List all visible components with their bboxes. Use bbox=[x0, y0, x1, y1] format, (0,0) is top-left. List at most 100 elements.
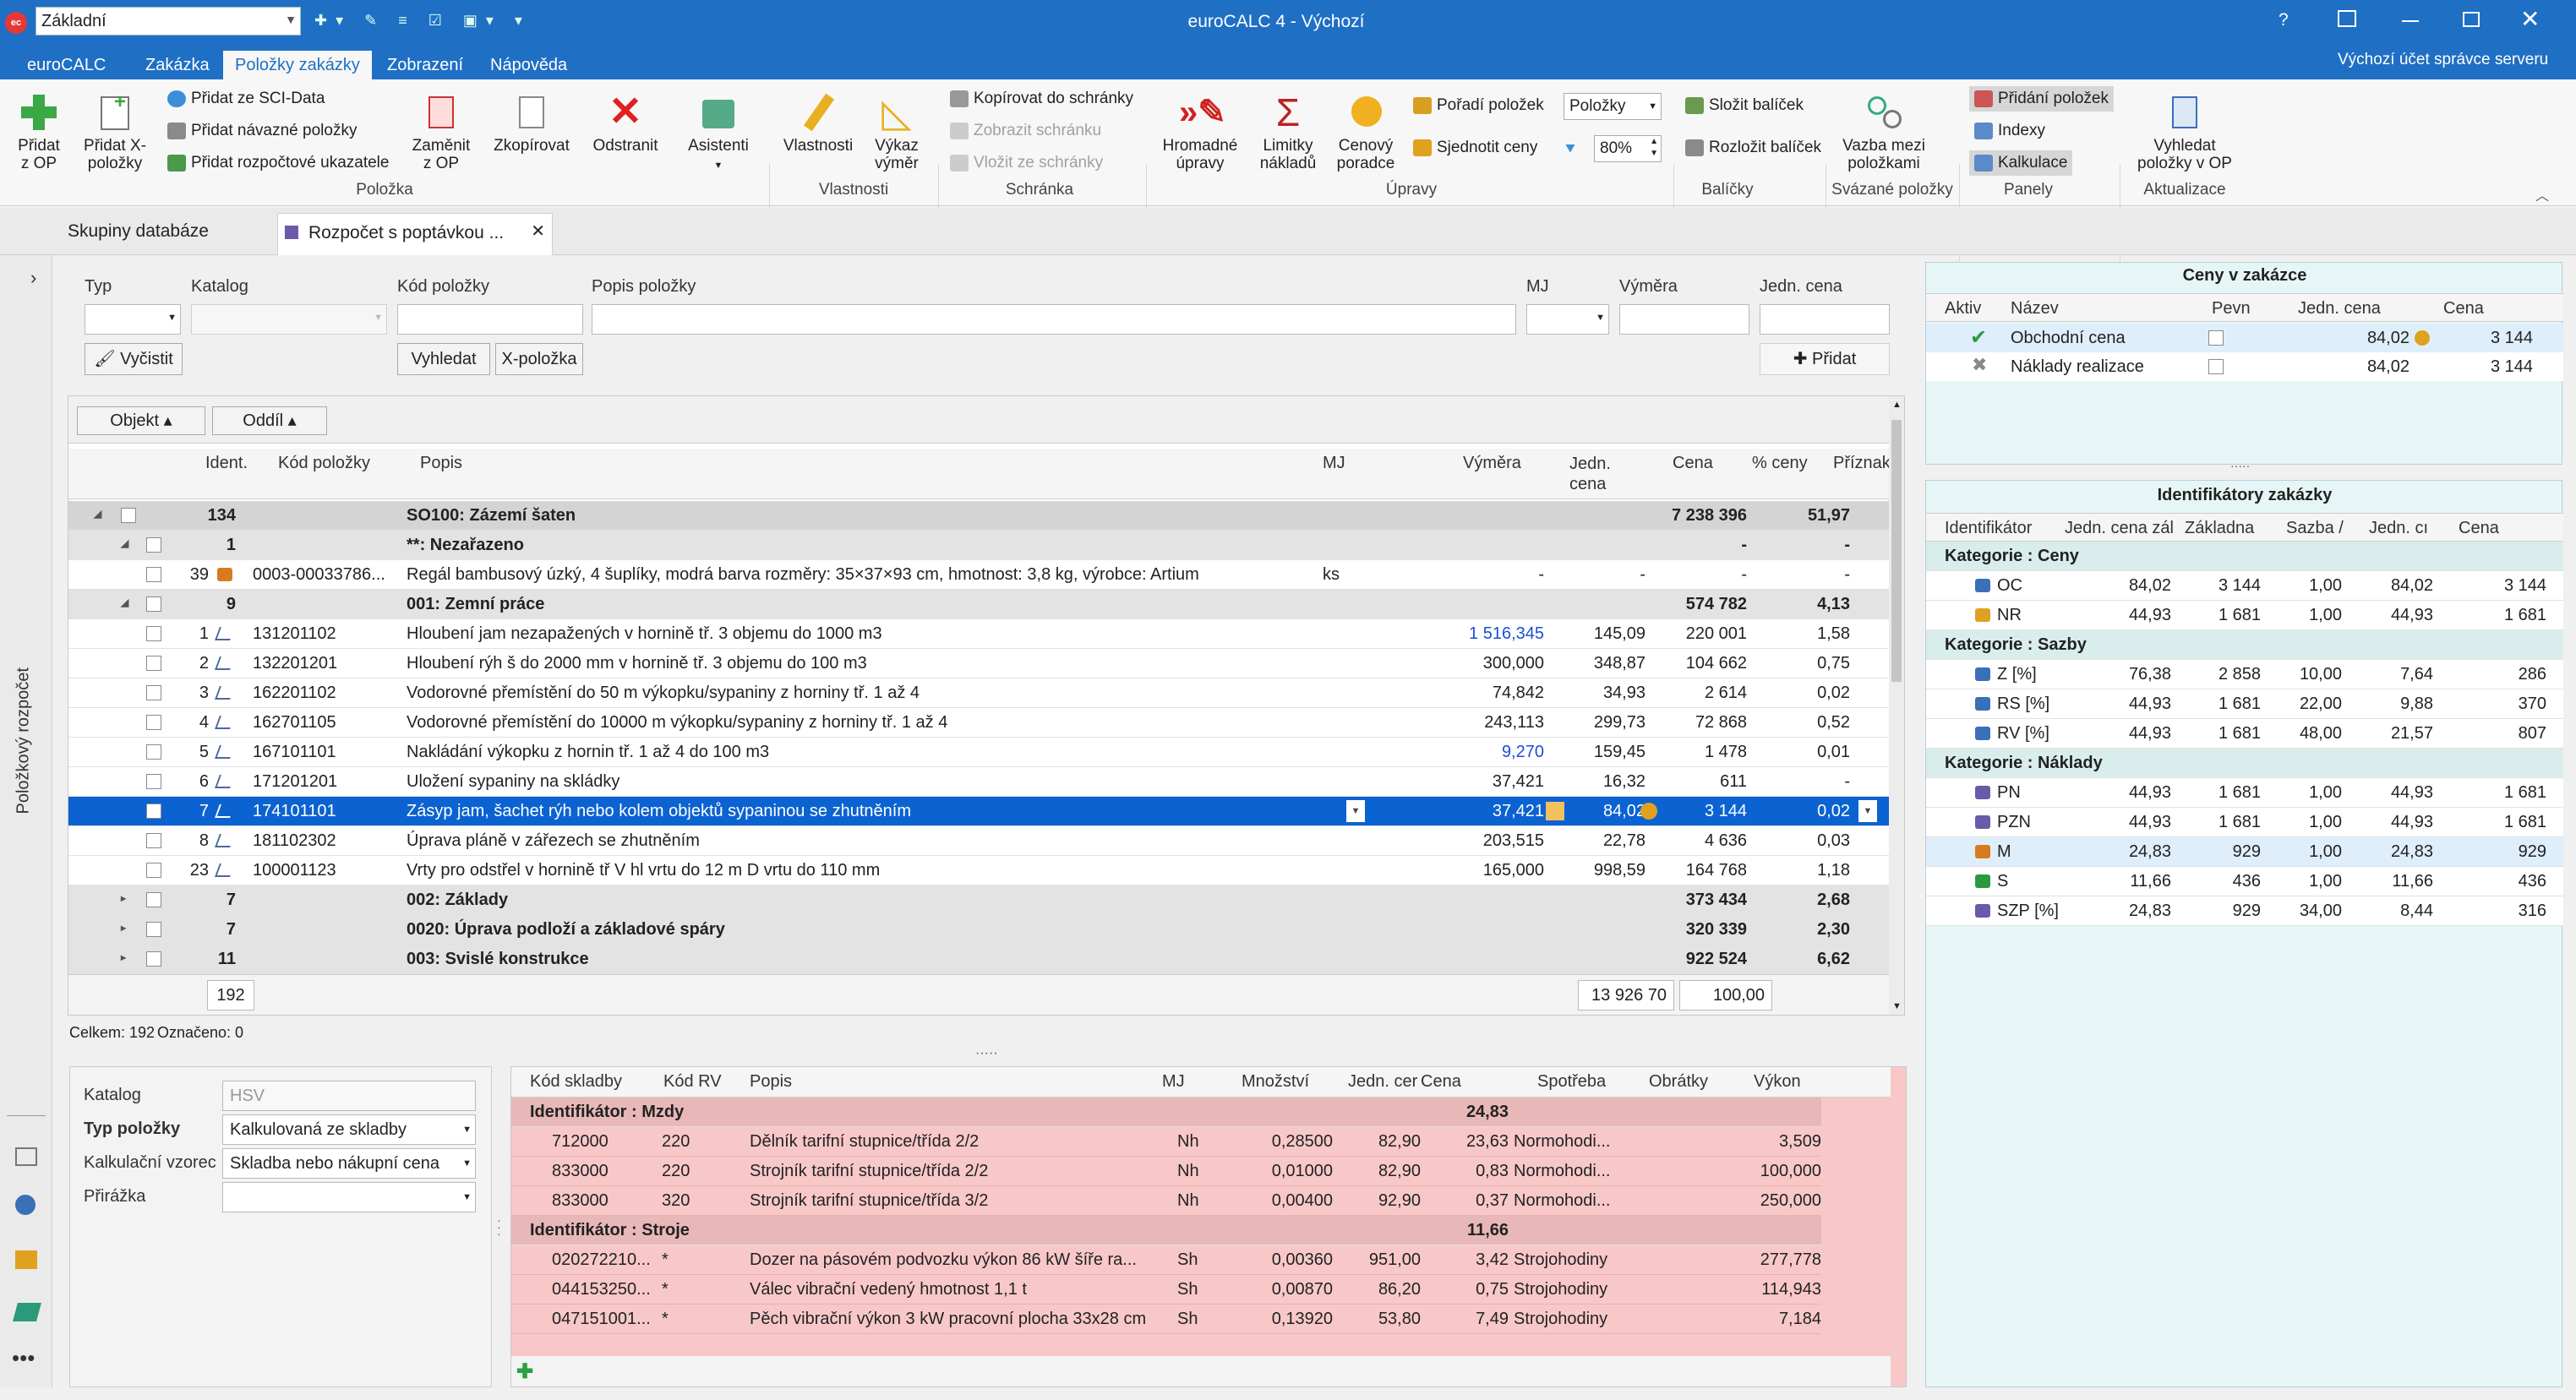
row-checkbox[interactable] bbox=[146, 596, 161, 612]
identifier-row[interactable]: S 11,66 436 1,00 11,66 436 bbox=[1926, 867, 2563, 896]
filter-unit-select[interactable]: ▼ bbox=[1526, 304, 1609, 335]
row-checkbox[interactable] bbox=[146, 951, 161, 967]
menu-napoveda[interactable]: Nápověda bbox=[478, 51, 579, 79]
panel-add-items-toggle[interactable]: Přidání položek bbox=[1969, 86, 2114, 112]
group-row[interactable]: ◢ 1 **: Nezařazeno - - bbox=[68, 531, 1889, 560]
identifier-row[interactable]: RS [%] 44,93 1 681 22,00 9,88 370 bbox=[1926, 689, 2563, 719]
collapse-ribbon-icon[interactable]: ︿ bbox=[2535, 184, 2549, 204]
price-row-naklady[interactable]: ✖ Náklady realizace 84,02 3 144 bbox=[1926, 352, 2563, 381]
decompose-package-button[interactable]: Rozložit balíček bbox=[1685, 135, 1821, 161]
table-row[interactable]: 3 162201102 Vodorovné přemístění do 50 m v… bbox=[68, 678, 1889, 708]
add-budget-indicators-button[interactable]: Přidat rozpočtové ukazatele bbox=[167, 150, 389, 176]
identifier-category-row[interactable]: Kategorie : Sazby bbox=[1926, 630, 2563, 660]
table-row[interactable]: 5 167101101 Nakládání výkopku z hornin tř.… bbox=[68, 738, 1889, 767]
help-icon[interactable]: ? bbox=[2279, 10, 2289, 30]
x-item-button[interactable]: X-položka bbox=[495, 343, 583, 375]
column-header-flag[interactable]: Příznak bbox=[1833, 454, 1891, 473]
compose-package-button[interactable]: Složit balíček bbox=[1685, 93, 1804, 118]
price-advisor-button[interactable]: Cenový poradce bbox=[1332, 91, 1400, 172]
expand-icon[interactable]: ▸ bbox=[121, 922, 126, 934]
splitter-handle[interactable]: ····· bbox=[2230, 459, 2250, 472]
prop-item-type-select[interactable]: Kalkulovaná ze skladby ▼ bbox=[222, 1114, 476, 1145]
identifier-category-row[interactable]: Kategorie : Náklady bbox=[1926, 749, 2563, 778]
composition-row[interactable]: 047151001... * Pěch vibrační výkon 3 kW pr… bbox=[511, 1305, 1821, 1334]
filter-catalog-select[interactable]: ▼ bbox=[191, 304, 387, 335]
sidebar-label[interactable]: Položkový rozpočet bbox=[14, 646, 34, 814]
identifier-row[interactable]: SZP [%] 24,83 929 34,00 8,44 316 bbox=[1926, 896, 2563, 926]
pie-chart-icon[interactable] bbox=[15, 1195, 35, 1215]
measure-icon[interactable] bbox=[1546, 802, 1564, 820]
identifier-category-row[interactable]: Kategorie : Ceny bbox=[1926, 542, 2563, 571]
table-row[interactable]: 23 100001123 Vrty pro odstřel v hornině tř… bbox=[68, 856, 1889, 885]
unify-prices-button[interactable]: Sjednotit ceny bbox=[1413, 135, 1537, 161]
composition-row[interactable]: 833000 320 Strojník tarifní stupnice/třída… bbox=[511, 1186, 1821, 1216]
tab-budget[interactable]: Rozpočet s poptávkou ... ✕ bbox=[277, 213, 553, 255]
row-checkbox[interactable] bbox=[146, 685, 161, 700]
row-checkbox[interactable] bbox=[146, 626, 161, 641]
column-header-quantity[interactable]: Výměra bbox=[1463, 454, 1521, 473]
prices-header-fixed[interactable]: Pevn bbox=[2212, 299, 2251, 319]
prices-header-active[interactable]: Aktiv bbox=[1945, 299, 1981, 319]
collapse-icon[interactable]: ◢ bbox=[94, 508, 101, 520]
unit-dropdown-icon[interactable]: ▼ bbox=[1346, 800, 1365, 822]
ident-header-unit-price[interactable]: Jedn. cı bbox=[2369, 519, 2428, 538]
clear-button[interactable]: 🖌 Vyčistit bbox=[85, 343, 183, 375]
composition-row[interactable]: 044153250... * Válec vibrační vedený hmotn… bbox=[511, 1275, 1821, 1305]
identifier-row[interactable]: PN 44,93 1 681 1,00 44,93 1 681 bbox=[1926, 778, 2563, 808]
close-icon[interactable]: ✕ bbox=[2520, 5, 2540, 33]
filter-type-select[interactable]: ▼ bbox=[85, 304, 181, 335]
copy-to-clipboard-button[interactable]: Kopírovat do schránky bbox=[950, 86, 1133, 112]
identifier-row[interactable]: M 24,83 929 1,00 24,83 929 bbox=[1926, 837, 2563, 867]
filter-quantity-input[interactable] bbox=[1619, 304, 1749, 335]
menu-zobrazeni[interactable]: Zobrazení bbox=[375, 51, 475, 79]
group-chip-objekt[interactable]: Objekt ▴ bbox=[77, 406, 205, 435]
menu-polozky-zakazky[interactable]: Položky zakázky bbox=[223, 51, 372, 79]
prices-header-price[interactable]: Cena bbox=[2443, 299, 2484, 319]
group-chip-oddil[interactable]: Oddíl ▴ bbox=[212, 406, 327, 435]
comp-header-rv[interactable]: Kód RV bbox=[663, 1072, 722, 1092]
comp-header-unit-price[interactable]: Jedn. cer bbox=[1348, 1072, 1417, 1092]
item-link-button[interactable]: Vazba mezi položkami bbox=[1837, 91, 1930, 172]
table-row[interactable]: 6 171201201 Uložení sypaniny na skládky 37,… bbox=[68, 767, 1889, 797]
close-tab-icon[interactable]: ✕ bbox=[531, 221, 545, 242]
row-checkbox[interactable] bbox=[121, 508, 136, 523]
column-header-unit-price[interactable]: Jedn. cena bbox=[1569, 454, 1629, 494]
filter-unit-price-input[interactable] bbox=[1760, 304, 1890, 335]
paste-from-clipboard-button[interactable]: Vložit ze schránky bbox=[950, 150, 1103, 176]
identifier-row[interactable]: NR 44,93 1 681 1,00 44,93 1 681 bbox=[1926, 601, 2563, 630]
column-header-description[interactable]: Popis bbox=[420, 454, 462, 473]
table-row[interactable]: 7 174101101 Zásyp jam, šachet rýh nebo kol… bbox=[68, 797, 1889, 826]
composition-row[interactable]: 020272210... * Dozer na pásovém podvozku v… bbox=[511, 1245, 1821, 1275]
ident-header-rate[interactable]: Sazba / bbox=[2286, 519, 2344, 538]
table-row[interactable]: 2 132201201 Hloubení rýh š do 2000 mm v ho… bbox=[68, 649, 1889, 678]
scroll-up-icon[interactable]: ▲ bbox=[1892, 400, 1902, 410]
filter-description-input[interactable] bbox=[592, 304, 1516, 335]
coin-icon[interactable] bbox=[1640, 803, 1657, 820]
profile-combo[interactable]: Základní ▼ bbox=[35, 7, 301, 35]
row-checkbox[interactable] bbox=[146, 922, 161, 937]
group-row[interactable]: ▸ 7 0020: Úprava podloží a základové spáry… bbox=[68, 915, 1889, 945]
add-from-op-button[interactable]: Přidat z OP bbox=[12, 91, 66, 172]
comp-header-output[interactable]: Výkon bbox=[1754, 1072, 1801, 1092]
splitter-handle[interactable]: ····· bbox=[975, 1046, 998, 1061]
column-header-unit[interactable]: MJ bbox=[1323, 454, 1345, 473]
column-header-percent[interactable]: % ceny bbox=[1752, 454, 1808, 473]
book-icon[interactable] bbox=[13, 1303, 41, 1321]
prices-header-unit-price[interactable]: Jedn. cena bbox=[2298, 299, 2381, 319]
quantity-report-button[interactable]: ◺ Výkaz výměr bbox=[867, 91, 926, 172]
menu-zakazka[interactable]: Zakázka bbox=[134, 51, 221, 79]
stack-icon[interactable] bbox=[15, 1250, 37, 1269]
composition-row[interactable]: 712000 220 Dělník tarifní stupnice/třída 2… bbox=[511, 1127, 1821, 1157]
cost-limits-button[interactable]: Σ Limitky nákladů bbox=[1254, 91, 1322, 172]
panel-calculation-toggle[interactable]: Kalkulace bbox=[1969, 150, 2073, 176]
maximize-icon[interactable] bbox=[2463, 12, 2480, 27]
table-row[interactable]: 39 0003-00033786... Regál bambusový úzký, … bbox=[68, 560, 1889, 590]
price-row-obchodni[interactable]: ✔ Obchodní cena 84,02 3 144 bbox=[1926, 324, 2563, 352]
column-header-code[interactable]: Kód položky bbox=[278, 454, 370, 473]
expand-icon[interactable]: ▸ bbox=[121, 951, 126, 963]
row-checkbox[interactable] bbox=[146, 833, 161, 848]
column-header-price[interactable]: Cena bbox=[1673, 454, 1713, 473]
expand-icon[interactable]: ▸ bbox=[121, 892, 126, 904]
comp-header-consumption[interactable]: Spotřeba bbox=[1537, 1072, 1606, 1092]
row-checkbox[interactable] bbox=[146, 567, 161, 582]
